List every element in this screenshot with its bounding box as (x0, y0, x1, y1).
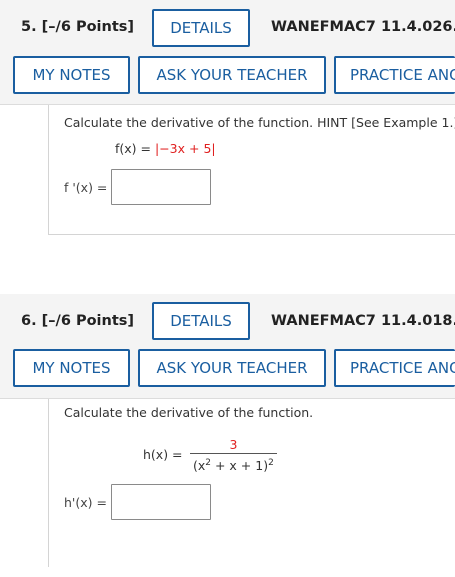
question-5-answer-row: f '(x) = (64, 169, 212, 205)
details-button[interactable]: DETAILS (152, 302, 250, 340)
practice-another-button[interactable]: PRACTICE ANOTHER (334, 56, 455, 94)
question-6-fraction: 3 (x2 + x + 1)2 (190, 437, 277, 475)
function-lhs: h(x) = (143, 447, 183, 462)
question-6-title: 6. [–/6 Points] (21, 313, 135, 329)
fraction-numerator: 3 (229, 437, 238, 452)
my-notes-button[interactable]: MY NOTES (13, 56, 130, 94)
question-6-header: 6. [–/6 Points] DETAILS WANEFMAC7 11.4.0… (0, 294, 455, 399)
question-5-prompt: Calculate the derivative of the function… (64, 115, 455, 130)
question-6-code: WANEFMAC7 11.4.018. (271, 313, 455, 329)
question-5-body: Calculate the derivative of the function… (48, 105, 455, 235)
question-6-answer-row: h'(x) = (64, 484, 211, 520)
question-5-header: 5. [–/6 Points] DETAILS WANEFMAC7 11.4.0… (0, 0, 455, 105)
answer-input[interactable] (111, 169, 212, 205)
question-5-code: WANEFMAC7 11.4.026. (271, 19, 455, 35)
function-lhs: f(x) = (115, 141, 155, 156)
function-rhs: |−3x + 5| (154, 141, 216, 156)
denominator-outer-exponent: 2 (268, 458, 274, 468)
denominator-base: (x (193, 458, 206, 474)
answer-label: f '(x) = (64, 179, 108, 195)
details-button[interactable]: DETAILS (152, 9, 250, 47)
question-5-title: 5. [–/6 Points] (21, 19, 135, 35)
my-notes-button[interactable]: MY NOTES (13, 349, 130, 387)
denominator-rest: + x + 1) (211, 458, 269, 474)
question-6-body: Calculate the derivative of the function… (48, 399, 455, 567)
answer-input[interactable] (110, 484, 211, 520)
question-6-prompt: Calculate the derivative of the function… (64, 405, 314, 420)
ask-your-teacher-button[interactable]: ASK YOUR TEACHER (138, 56, 326, 94)
answer-label: h'(x) = (64, 494, 107, 510)
question-5-function: f(x) = |−3x + 5| (115, 141, 216, 156)
ask-your-teacher-button[interactable]: ASK YOUR TEACHER (138, 349, 326, 387)
practice-another-button[interactable]: PRACTICE ANOTHER (334, 349, 455, 387)
fraction-denominator: (x2 + x + 1)2 (190, 454, 277, 475)
